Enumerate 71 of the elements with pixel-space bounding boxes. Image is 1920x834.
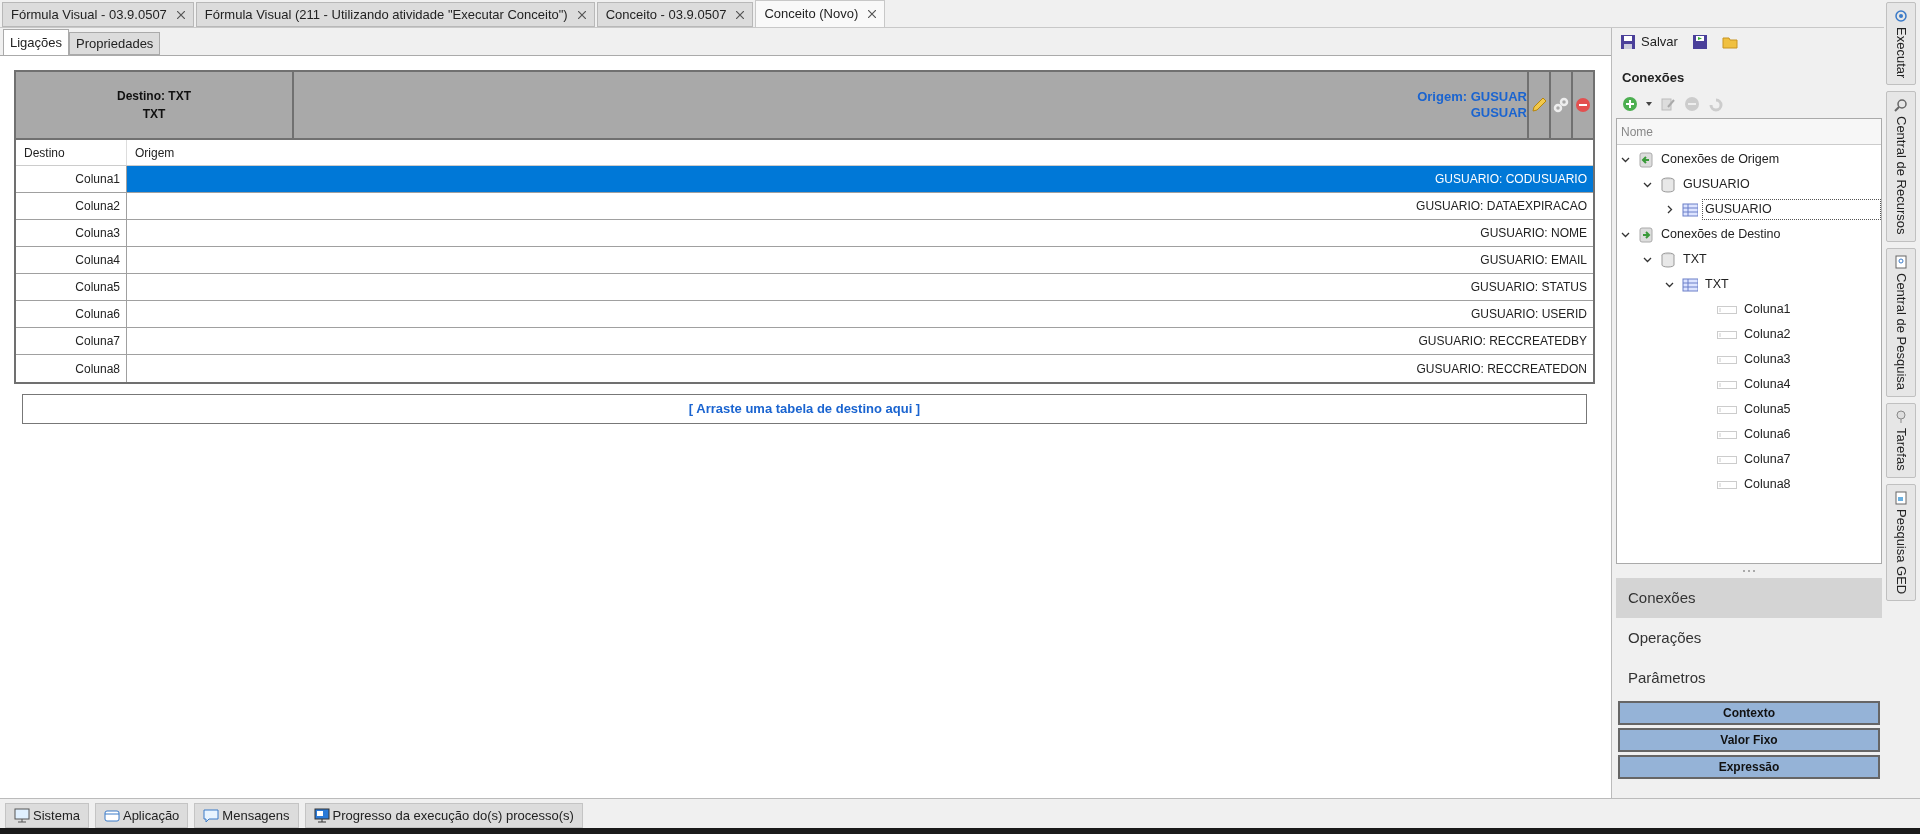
connection-icon <box>1638 226 1654 243</box>
tree-item[interactable]: Coluna1 <box>1741 299 1794 320</box>
document-tab[interactable]: Fórmula Visual - 03.9.0507 <box>2 2 194 27</box>
pushpin-icon <box>1894 409 1908 424</box>
document-image-icon <box>1894 490 1908 505</box>
table-icon <box>1682 276 1698 293</box>
add-icon[interactable] <box>1622 96 1638 112</box>
speech-bubble-icon <box>203 807 220 824</box>
destination-title: Destino: TXT <box>117 88 191 105</box>
save-button[interactable]: Salvar <box>1620 32 1678 52</box>
panel-tab[interactable]: Progresso da execução do(s) processo(s) <box>304 803 583 828</box>
tree-item[interactable]: GUSUARIO <box>1702 199 1881 220</box>
chevron-down-icon[interactable] <box>1621 230 1630 239</box>
document-tab[interactable]: Fórmula Visual (211 - Utilizando atividade "Executar Conceito") <box>195 2 595 27</box>
tree-item[interactable]: Conexões de Origem <box>1658 149 1783 170</box>
panel-tab[interactable]: Mensagens <box>194 803 299 828</box>
tree-item[interactable]: TXT <box>1680 249 1710 270</box>
chevron-right-icon[interactable] <box>1665 205 1674 214</box>
connection-icon <box>1638 151 1654 168</box>
tree-item[interactable]: Coluna5 <box>1741 399 1794 420</box>
chevron-down-icon[interactable] <box>1665 280 1674 289</box>
tree-item[interactable]: Coluna2 <box>1741 324 1794 345</box>
close-icon[interactable] <box>176 10 185 19</box>
document-search-icon <box>1894 254 1908 269</box>
panel-heading: Conexões <box>1621 69 1686 87</box>
panel-button[interactable]: Valor Fixo <box>1618 728 1880 752</box>
panel-button[interactable]: Expressão <box>1618 755 1880 779</box>
tree-item[interactable]: TXT <box>1702 274 1732 295</box>
tree-item[interactable]: Coluna4 <box>1741 374 1794 395</box>
side-tab[interactable]: Tarefas <box>1886 402 1916 478</box>
panel-button[interactable]: Contexto <box>1618 701 1880 725</box>
nav-item[interactable]: Parâmetros <box>1616 658 1882 698</box>
table-icon <box>1682 201 1698 218</box>
panel-tab[interactable]: Sistema <box>5 803 89 828</box>
monitor-icon <box>14 807 30 824</box>
chevron-down-icon[interactable] <box>1643 180 1652 189</box>
side-tab[interactable]: Central de Pesquisa <box>1886 247 1916 397</box>
close-icon[interactable] <box>736 10 745 19</box>
sub-tab[interactable]: Propriedades <box>69 32 161 55</box>
sub-tab[interactable]: Ligações <box>3 29 70 55</box>
close-icon[interactable] <box>577 10 586 19</box>
table-cell[interactable]: GUSUARIO: CODUSUARIO <box>127 166 1593 192</box>
drop-zone[interactable]: [ Arraste uma tabela de destino aqui ] <box>22 394 1587 424</box>
caret-icon[interactable] <box>1646 102 1652 106</box>
tree-item[interactable]: Coluna8 <box>1741 474 1794 495</box>
remove-icon[interactable] <box>1575 97 1591 113</box>
database-icon <box>1660 251 1676 268</box>
side-tab[interactable]: Executar <box>1886 2 1916 86</box>
close-icon[interactable] <box>868 10 877 18</box>
nav-item[interactable]: Conexões <box>1616 578 1882 618</box>
magnifier-icon <box>1894 98 1908 113</box>
tree-item[interactable]: Conexões de Destino <box>1658 224 1784 245</box>
tree-item[interactable]: Coluna3 <box>1741 349 1794 370</box>
column-header: Origem <box>134 144 176 162</box>
side-tab[interactable]: Pesquisa GED <box>1886 483 1916 601</box>
document-tab[interactable]: Conceito (Novo) <box>755 0 886 27</box>
tree-item[interactable]: GUSUARIO <box>1680 174 1753 195</box>
document-tab[interactable]: Conceito - 03.9.0507 <box>596 2 754 27</box>
chevron-down-icon[interactable] <box>1621 155 1630 164</box>
side-tab[interactable]: Central de Recursos <box>1886 91 1916 242</box>
destination-subtitle: TXT <box>142 106 166 123</box>
tree-item[interactable]: Coluna6 <box>1741 424 1794 445</box>
chevron-down-icon[interactable] <box>1643 255 1652 264</box>
tree-item[interactable]: Coluna7 <box>1741 449 1794 470</box>
nav-item[interactable]: Operações <box>1616 618 1882 658</box>
window-icon <box>103 807 120 824</box>
panel-tab[interactable]: Aplicação <box>94 803 189 828</box>
column-header: Nome <box>1617 119 1881 145</box>
monitor-icon <box>313 807 330 824</box>
column-header: Destino <box>16 140 127 165</box>
database-icon <box>1660 176 1676 193</box>
